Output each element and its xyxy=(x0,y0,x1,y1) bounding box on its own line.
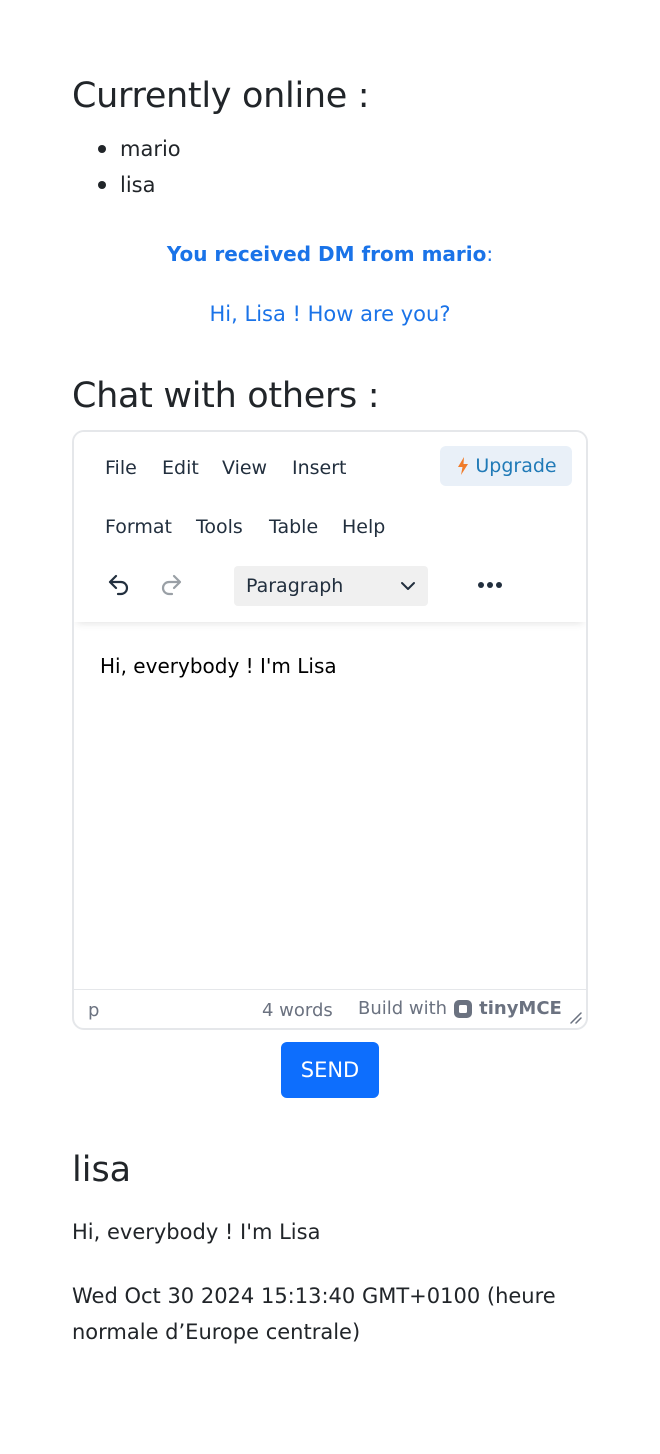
message-timestamp: Wed Oct 30 2024 15:13:40 GMT+0100 (heure… xyxy=(72,1284,556,1344)
menu-file[interactable]: File xyxy=(105,457,137,479)
online-users-title: Currently online : xyxy=(72,76,370,116)
menu-help[interactable]: Help xyxy=(342,516,385,538)
menu-table[interactable]: Table xyxy=(269,516,318,538)
dm-notice: You received DM from mario: xyxy=(0,242,660,266)
online-users-list: mario lisa xyxy=(72,132,181,204)
editor-toolbar: File Edit View Insert Upgrade Format Too… xyxy=(74,432,586,622)
menu-format[interactable]: Format xyxy=(105,516,172,538)
menu-edit[interactable]: Edit xyxy=(162,457,199,479)
editor-content[interactable]: Hi, everybody ! I'm Lisa xyxy=(100,654,337,678)
chat-title: Chat with others : xyxy=(72,376,380,416)
tinymce-logo-icon xyxy=(454,999,473,1018)
word-count[interactable]: 4 words xyxy=(262,1000,333,1021)
element-path[interactable]: p xyxy=(88,1000,99,1021)
redo-icon xyxy=(161,574,182,596)
block-format-value: Paragraph xyxy=(246,575,344,597)
menu-insert[interactable]: Insert xyxy=(292,457,347,479)
tinymce-branding[interactable]: Build with tinyMCE xyxy=(358,998,562,1019)
tinymce-brand-label: tinyMCE xyxy=(479,998,562,1019)
upgrade-label: Upgrade xyxy=(475,455,557,477)
dm-notice-label: You received DM from mario xyxy=(166,242,487,266)
build-with-label: Build with xyxy=(358,998,448,1019)
send-button[interactable]: SEND xyxy=(281,1042,379,1098)
page: Currently online : mario lisa You receiv… xyxy=(0,0,660,1454)
block-format-select[interactable]: Paragraph xyxy=(234,566,428,606)
chevron-down-icon xyxy=(401,582,415,590)
upgrade-button[interactable]: Upgrade xyxy=(440,446,572,486)
lightning-icon xyxy=(458,457,469,475)
menu-tools[interactable]: Tools xyxy=(196,516,243,538)
resize-handle-icon[interactable] xyxy=(568,1010,582,1024)
undo-button[interactable] xyxy=(101,568,135,602)
message-author: lisa xyxy=(72,1150,132,1190)
editor-statusbar: p 4 words Build with tinyMCE xyxy=(74,989,586,1028)
menu-view[interactable]: View xyxy=(222,457,267,479)
online-user-item: lisa xyxy=(72,168,181,204)
dm-message: Hi, Lisa ! How are you? xyxy=(209,302,451,326)
message-text: Hi, everybody ! I'm Lisa xyxy=(72,1220,321,1244)
dm-notice-colon: : xyxy=(486,242,494,266)
undo-icon xyxy=(108,574,129,596)
more-icon xyxy=(478,582,502,588)
rich-text-editor: File Edit View Insert Upgrade Format Too… xyxy=(72,430,588,1030)
redo-button[interactable] xyxy=(155,568,189,602)
more-tools-button[interactable] xyxy=(472,568,508,602)
online-user-item: mario xyxy=(72,132,181,168)
